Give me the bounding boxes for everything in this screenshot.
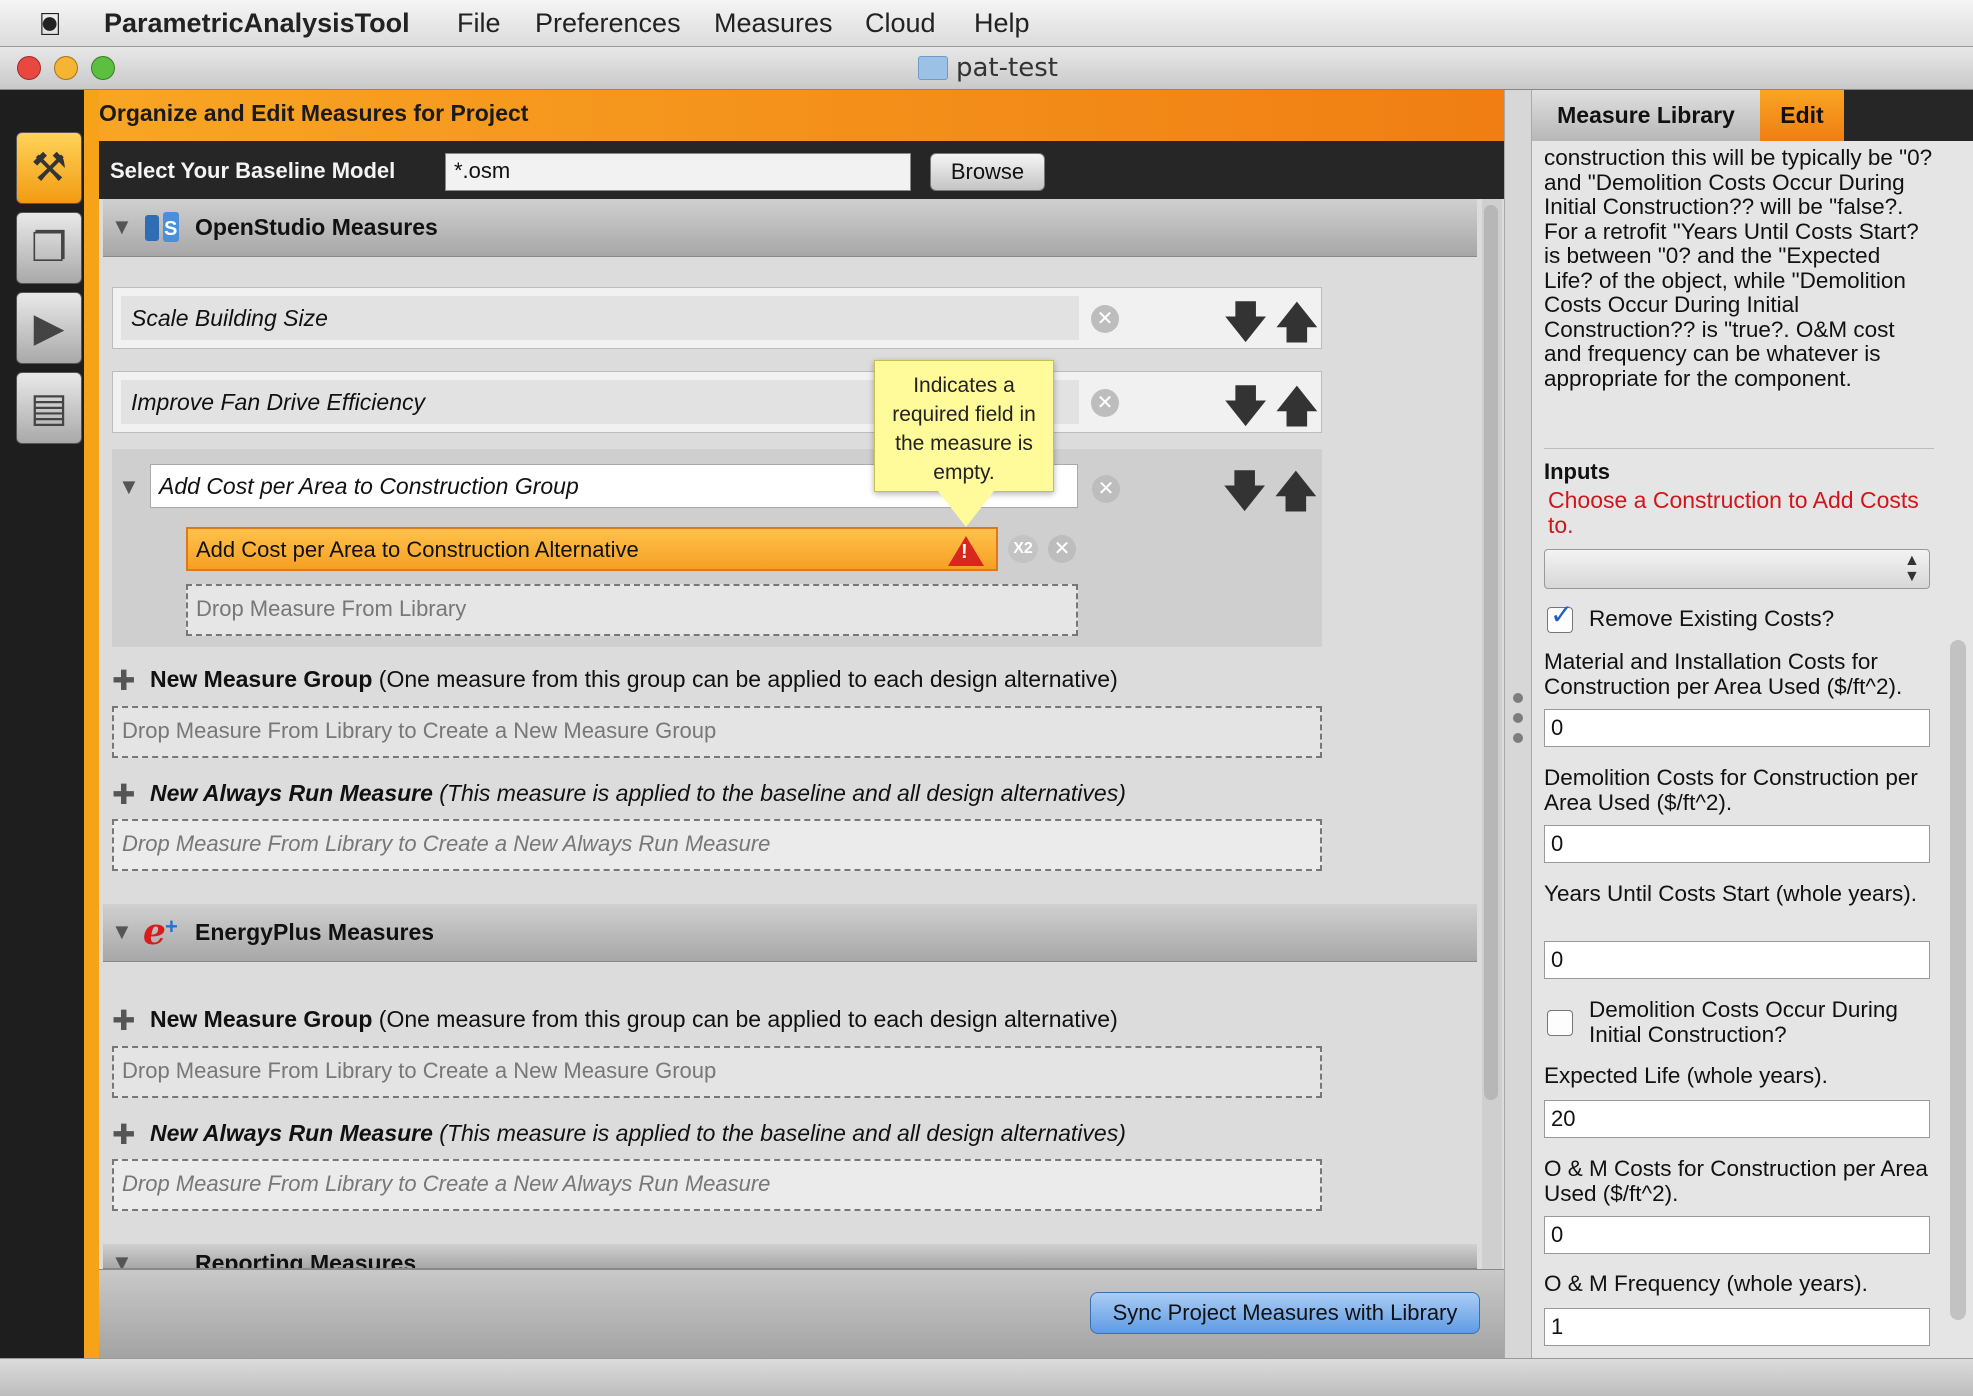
construction-select[interactable] — [1544, 549, 1930, 589]
expected-life-label: Expected Life (whole years). — [1544, 1063, 1828, 1088]
group-collapse-triangle-icon[interactable]: ▼ — [118, 474, 140, 500]
svg-text:e: e — [143, 914, 166, 950]
menu-measures[interactable]: Measures — [714, 8, 833, 39]
collapse-triangle-icon[interactable]: ▼ — [111, 919, 133, 945]
select-arrows-icon: ▲ ▼ — [1904, 552, 1920, 585]
remove-group-icon[interactable]: ✕ — [1092, 475, 1120, 503]
collapse-triangle-icon[interactable]: ▼ — [111, 1250, 133, 1268]
remove-existing-costs-label: Remove Existing Costs? — [1589, 606, 1835, 631]
window-title: pat-test — [956, 53, 1058, 83]
inputs-heading: Inputs — [1544, 459, 1610, 484]
divider — [1544, 448, 1934, 449]
om-frequency-label: O & M Frequency (whole years). — [1544, 1271, 1868, 1296]
run-tool-icon[interactable]: ▶ — [16, 292, 82, 364]
energyplus-icon: e + — [143, 914, 178, 950]
demolition-initial-checkbox[interactable] — [1547, 1010, 1573, 1036]
openstudio-section-title: OpenStudio Measures — [195, 214, 438, 240]
measure-row[interactable]: Scale Building Size ✕ 🡇🡅 — [112, 287, 1322, 349]
menu-preferences[interactable]: Preferences — [535, 8, 681, 39]
scrollbar-thumb[interactable] — [1484, 205, 1498, 1100]
svg-text:+: + — [165, 914, 178, 939]
close-window-button[interactable] — [17, 56, 41, 80]
splitter-grip-dot — [1513, 693, 1523, 703]
plus-icon: ✚ — [112, 665, 136, 696]
material-costs-input[interactable]: 0 — [1544, 709, 1930, 747]
om-costs-label: O & M Costs for Construction per Area Us… — [1544, 1156, 1928, 1206]
warning-mark: ! — [961, 541, 968, 563]
new-measure-group-dropzone[interactable]: Drop Measure From Library to Create a Ne… — [112, 706, 1322, 758]
splitter-grip-dot — [1513, 713, 1523, 723]
energyplus-section-title: EnergyPlus Measures — [195, 919, 435, 945]
design-alternatives-tool-icon[interactable]: ❐ — [16, 212, 82, 284]
checkmark-icon: ✓ — [1550, 599, 1574, 630]
baseline-label: Select Your Baseline Model — [110, 158, 396, 183]
sync-measures-button[interactable]: Sync Project Measures with Library — [1090, 1292, 1480, 1334]
duplicate-icon[interactable]: X2 — [1008, 535, 1038, 563]
om-costs-input[interactable]: 0 — [1544, 1216, 1930, 1254]
svg-text:S: S — [164, 218, 177, 240]
drop-measure-zone[interactable]: Drop Measure From Library — [186, 584, 1078, 636]
tab-measure-library[interactable]: Measure Library — [1532, 90, 1760, 141]
browse-button[interactable]: Browse — [930, 153, 1045, 191]
apple-logo-icon[interactable]: ● — [40, 4, 59, 41]
new-always-run-dropzone[interactable]: Drop Measure From Library to Create a Ne… — [112, 1159, 1322, 1211]
menu-help[interactable]: Help — [974, 8, 1030, 39]
plus-icon: ✚ — [112, 1005, 136, 1036]
measure-name[interactable]: Scale Building Size — [121, 296, 1079, 340]
move-down-up-icons[interactable]: 🡇🡅 — [1223, 290, 1325, 365]
remove-alternative-icon[interactable]: ✕ — [1048, 535, 1076, 563]
remove-measure-icon[interactable]: ✕ — [1091, 389, 1119, 417]
move-down-up-icons[interactable]: 🡇🡅 — [1223, 374, 1325, 449]
plus-icon: ✚ — [112, 779, 136, 810]
app-menu[interactable]: ParametricAnalysisTool — [104, 8, 410, 39]
new-always-run-title: New Always Run Measure (This measure is … — [150, 780, 1126, 806]
expected-life-input[interactable]: 20 — [1544, 1100, 1930, 1138]
tooltip-tail — [938, 491, 994, 527]
reporting-section-title: Reporting Measures — [195, 1250, 417, 1269]
measure-row[interactable]: Improve Fan Drive Efficiency ✕ 🡇🡅 — [112, 371, 1322, 433]
baseline-model-input[interactable]: *.osm — [445, 153, 911, 191]
new-always-run-title: New Always Run Measure (This measure is … — [150, 1120, 1126, 1146]
page-title: Organize and Edit Measures for Project — [99, 100, 529, 126]
right-scrollbar[interactable] — [1950, 640, 1966, 1320]
new-measure-group-title: New Measure Group (One measure from this… — [150, 666, 1118, 692]
years-until-costs-label: Years Until Costs Start (whole years). — [1544, 881, 1918, 906]
organize-measures-tool-icon[interactable]: ⚒ — [16, 132, 82, 204]
tab-edit[interactable]: Edit — [1760, 90, 1844, 141]
plus-icon: ✚ — [112, 1119, 136, 1150]
construction-required-label: Choose a Construction to Add Costs to. — [1548, 487, 1919, 538]
demolition-costs-input[interactable]: 0 — [1544, 825, 1930, 863]
openstudio-section-header[interactable]: ▼ S OpenStudio Measures — [103, 199, 1477, 257]
openstudio-icon: S — [145, 212, 179, 242]
window-bottom-bar — [0, 1358, 1973, 1396]
window-title-bar: pat-test — [0, 47, 1973, 90]
energyplus-section-header[interactable]: ▼ e + EnergyPlus Measures — [103, 904, 1477, 962]
folder-icon — [918, 56, 948, 80]
new-always-run-dropzone[interactable]: Drop Measure From Library to Create a Ne… — [112, 819, 1322, 871]
zoom-window-button[interactable] — [91, 56, 115, 80]
menu-bar:  ● ParametricAnalysisTool File Preferen… — [0, 0, 1973, 47]
results-tool-icon[interactable]: ▤ — [16, 372, 82, 444]
required-field-tooltip: Indicates a required field in the measur… — [874, 360, 1054, 492]
measure-description: construction this will be typically be "… — [1544, 145, 1933, 391]
reporting-section-header[interactable]: ▼ Reporting Measures — [103, 1244, 1477, 1269]
demolition-costs-label: Demolition Costs for Construction per Ar… — [1544, 765, 1918, 815]
panel-splitter[interactable] — [1504, 90, 1532, 1358]
material-costs-label: Material and Installation Costs for Cons… — [1544, 649, 1903, 699]
remove-measure-icon[interactable]: ✕ — [1091, 305, 1119, 333]
collapse-triangle-icon[interactable]: ▼ — [111, 214, 133, 240]
alternative-measure-field[interactable]: Add Cost per Area to Construction Altern… — [186, 527, 998, 571]
group-move-down-up-icons[interactable]: 🡇🡅 — [1222, 459, 1324, 534]
splitter-grip-dot — [1513, 733, 1523, 743]
new-measure-group-title: New Measure Group (One measure from this… — [150, 1006, 1118, 1032]
menu-file[interactable]: File — [457, 8, 501, 39]
new-measure-group-dropzone[interactable]: Drop Measure From Library to Create a Ne… — [112, 1046, 1322, 1098]
demolition-initial-label: Demolition Costs Occur During Initial Co… — [1589, 997, 1898, 1047]
left-accent-bar — [84, 90, 99, 1358]
menu-cloud[interactable]: Cloud — [865, 8, 936, 39]
om-frequency-input[interactable]: 1 — [1544, 1308, 1930, 1346]
minimize-window-button[interactable] — [54, 56, 78, 80]
years-until-costs-input[interactable]: 0 — [1544, 941, 1930, 979]
